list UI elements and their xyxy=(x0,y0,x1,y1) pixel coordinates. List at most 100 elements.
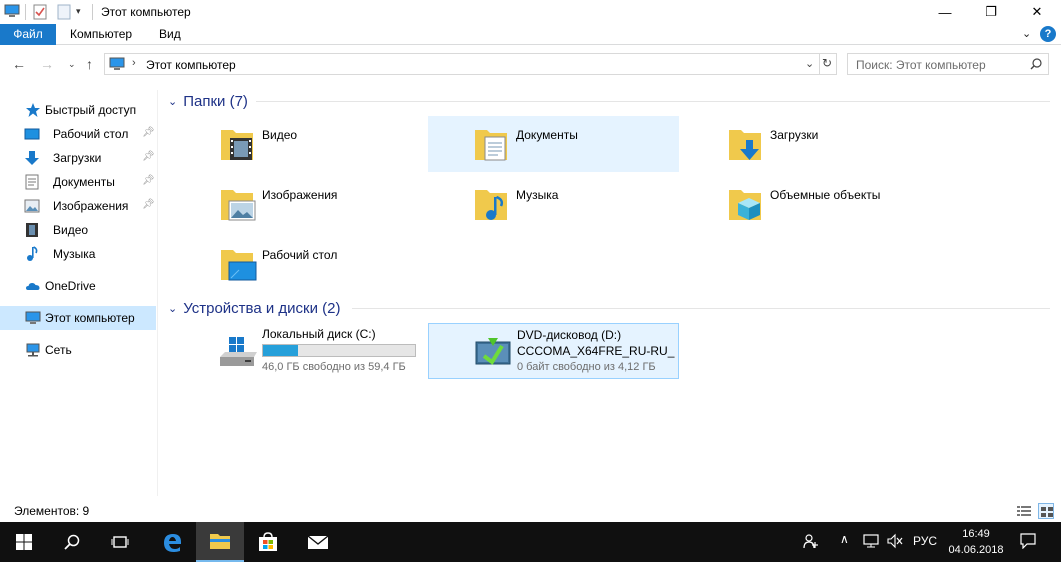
sidebar-item-desktop[interactable]: Рабочий стол 📌︎ xyxy=(0,122,156,146)
properties-icon[interactable] xyxy=(33,4,47,20)
forward-arrow-icon[interactable]: → xyxy=(40,56,54,72)
network-tray-icon[interactable] xyxy=(862,533,880,552)
computer-icon xyxy=(109,57,125,70)
recent-locations-icon[interactable]: ⌄ xyxy=(68,59,76,70)
star-icon xyxy=(26,103,40,117)
sidebar-item-label: OneDrive xyxy=(45,279,96,293)
sidebar-item-documents[interactable]: Документы 📌︎ xyxy=(0,170,156,194)
tab-computer[interactable]: Компьютер xyxy=(58,24,144,45)
pin-icon[interactable]: 📌︎ xyxy=(142,127,155,138)
dvd-drive-icon xyxy=(475,338,511,365)
taskbar: ∧ РУС 16:49 04.06.2018 xyxy=(0,522,1061,562)
people-icon[interactable] xyxy=(803,533,819,552)
start-button[interactable] xyxy=(0,522,48,562)
back-arrow-icon[interactable]: ← xyxy=(12,56,26,72)
close-button[interactable]: ✕ xyxy=(1014,0,1060,24)
pin-icon[interactable]: 📌︎ xyxy=(142,175,155,186)
volume-icon[interactable] xyxy=(886,533,904,552)
sidebar-item-music[interactable]: Музыка xyxy=(0,242,156,266)
customize-toolbar-icon[interactable]: ▾ xyxy=(76,6,81,17)
up-arrow-icon[interactable]: ↑ xyxy=(86,56,93,72)
mail-icon xyxy=(307,535,329,549)
tab-file[interactable]: Файл xyxy=(0,24,56,45)
drive-name: Локальный диск (C:) xyxy=(262,327,376,341)
drives-group-header[interactable]: ⌄ Устройства и диски (2) xyxy=(168,298,340,318)
taskbar-store-button[interactable] xyxy=(244,522,292,562)
task-view-button[interactable] xyxy=(96,522,144,562)
folder-name: Рабочий стол xyxy=(262,248,338,262)
pin-icon[interactable]: 📌︎ xyxy=(142,199,155,210)
title-bar: ▾ Этот компьютер — ❐ ✕ xyxy=(0,0,1061,24)
sidebar-item-label: Сеть xyxy=(45,343,72,357)
ribbon: Файл Компьютер Вид ⌄ ? xyxy=(0,24,1061,45)
action-center-icon[interactable] xyxy=(1020,533,1036,552)
sidebar-item-videos[interactable]: Видео xyxy=(0,218,156,242)
expand-ribbon-icon[interactable]: ⌄ xyxy=(1022,27,1031,40)
breadcrumb-chevron-icon[interactable]: › xyxy=(132,57,136,69)
show-hidden-icons-icon[interactable]: ∧ xyxy=(840,532,849,546)
folders-group-header[interactable]: ⌄ Папки (7) xyxy=(168,91,248,111)
search-placeholder: Поиск: Этот компьютер xyxy=(856,58,986,72)
pin-icon[interactable]: 📌︎ xyxy=(142,151,155,162)
pictures-icon xyxy=(24,199,40,213)
input-language[interactable]: РУС xyxy=(913,534,937,548)
folder-tile-documents[interactable]: Документы xyxy=(428,116,679,172)
capacity-bar xyxy=(262,344,416,357)
sidebar-item-onedrive[interactable]: OneDrive xyxy=(0,274,156,298)
folder-name: Загрузки xyxy=(770,128,819,142)
drive-tile-dvd-d[interactable]: DVD-дисковод (D:) CCCOMA_X64FRE_RU-RU_ 0… xyxy=(428,323,679,379)
drive-name: DVD-дисковод (D:) xyxy=(517,328,622,342)
collapse-chevron-icon[interactable]: ⌄ xyxy=(168,95,177,108)
address-bar[interactable]: › Этот компьютер ⌄ ↻ xyxy=(104,53,837,75)
store-icon xyxy=(259,532,277,551)
network-icon xyxy=(26,343,40,357)
taskbar-mail-button[interactable] xyxy=(294,522,342,562)
collapse-chevron-icon[interactable]: ⌄ xyxy=(168,302,177,315)
taskbar-explorer-button[interactable] xyxy=(196,522,244,562)
file-explorer-icon xyxy=(210,534,230,549)
folder-tile-music[interactable]: Музыка xyxy=(428,176,679,232)
folder-tile-3d-objects[interactable]: Объемные объекты xyxy=(682,176,933,232)
tiles-view-icon[interactable] xyxy=(1038,503,1054,519)
sidebar-item-downloads[interactable]: Загрузки 📌︎ xyxy=(0,146,156,170)
folder-tile-downloads[interactable]: Загрузки xyxy=(682,116,933,172)
group-title: Папки (7) xyxy=(183,92,248,110)
separator xyxy=(819,54,820,74)
taskbar-search-button[interactable] xyxy=(48,522,96,562)
drive-tile-local-c[interactable]: Локальный диск (C:) 46,0 ГБ свободно из … xyxy=(174,323,425,379)
refresh-icon[interactable]: ↻ xyxy=(822,56,832,70)
sidebar-item-quick-access[interactable]: Быстрый доступ xyxy=(0,98,156,122)
speaker-icon xyxy=(887,533,903,549)
sidebar-item-label: Видео xyxy=(53,223,89,237)
search-input[interactable]: Поиск: Этот компьютер xyxy=(847,53,1049,75)
desktop-icon xyxy=(24,128,40,140)
maximize-button[interactable]: ❐ xyxy=(968,0,1014,24)
folder-tile-videos[interactable]: Видео xyxy=(174,116,425,172)
sidebar-item-label: Быстрый доступ xyxy=(45,103,137,117)
download-icon xyxy=(25,151,39,165)
address-row: ← → ⌄ ↑ › Этот компьютер ⌄ ↻ Поиск: Этот… xyxy=(0,46,1061,82)
network-icon-glyph xyxy=(863,534,879,548)
breadcrumb[interactable]: Этот компьютер xyxy=(146,58,236,72)
new-folder-icon[interactable] xyxy=(57,4,71,20)
videos-folder-icon xyxy=(221,130,253,160)
taskbar-edge-button[interactable] xyxy=(148,522,196,562)
tab-view[interactable]: Вид xyxy=(147,24,193,45)
computer-icon[interactable] xyxy=(4,4,20,18)
search-icon xyxy=(1030,58,1042,70)
window-title: Этот компьютер xyxy=(101,5,191,19)
sidebar-item-label: Загрузки xyxy=(53,151,102,165)
sidebar-item-network[interactable]: Сеть xyxy=(0,338,156,362)
sidebar-item-this-pc[interactable]: Этот компьютер xyxy=(0,306,156,330)
folder-tile-desktop[interactable]: Рабочий стол xyxy=(174,236,425,292)
sidebar-item-pictures[interactable]: Изображения 📌︎ xyxy=(0,194,156,218)
help-icon[interactable]: ? xyxy=(1040,26,1056,42)
details-view-icon[interactable] xyxy=(1016,504,1032,518)
minimize-button[interactable]: — xyxy=(922,0,968,24)
address-dropdown-icon[interactable]: ⌄ xyxy=(805,57,814,70)
folder-tile-pictures[interactable]: Изображения xyxy=(174,176,425,232)
people-icon-glyph xyxy=(803,534,818,549)
clock[interactable]: 16:49 04.06.2018 xyxy=(944,526,1008,558)
local-disk-icon xyxy=(220,337,257,366)
search-icon xyxy=(64,534,80,550)
